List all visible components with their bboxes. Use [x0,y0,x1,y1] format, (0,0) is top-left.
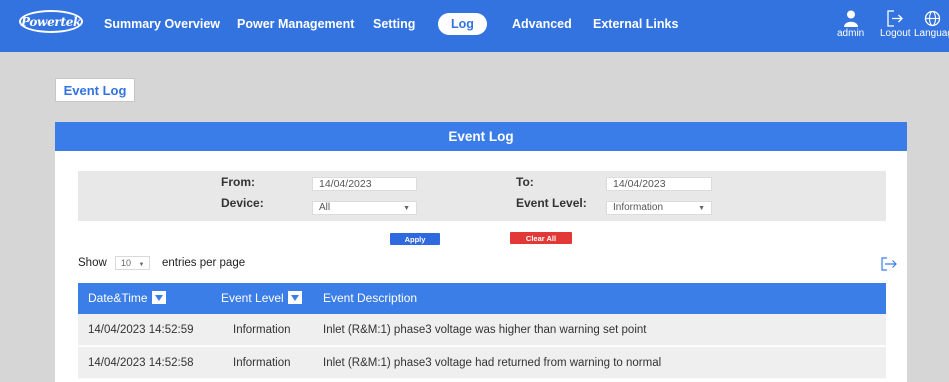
from-label: From: [221,175,255,189]
filter-box: From: 14/04/2023 To: 14/04/2023 Device: … [78,171,886,221]
column-datetime-label: Date&Time [88,291,148,305]
row-level: Information [233,357,291,369]
event-level-select[interactable]: Information ▼ [606,201,712,215]
column-event-level[interactable]: Event Level [221,283,302,314]
event-level-select-value: Information [613,202,664,213]
nav-log[interactable]: Log [438,13,487,35]
panel-title: Event Log [55,122,907,151]
user-menu[interactable]: admin [837,10,864,39]
top-nav-bar: Powertek Summary Overview Power Manageme… [0,0,949,52]
chevron-down-icon: ▼ [138,262,145,268]
sort-dropdown-icon[interactable] [151,291,166,305]
language-menu[interactable]: Language [914,10,949,39]
globe-icon [924,10,941,27]
to-label: To: [516,175,534,189]
user-icon [843,10,858,27]
row-level: Information [233,324,291,336]
to-date-input[interactable]: 14/04/2023 [606,177,712,191]
device-select[interactable]: All ▼ [312,201,417,215]
row-description: Inlet (R&M:1) phase3 voltage was higher … [323,324,647,336]
entries-per-page-label: entries per page [162,257,246,269]
apply-button[interactable]: Apply [390,233,440,245]
table-header: Date&Time Event Level Event Description [78,283,886,314]
table-row[interactable]: 14/04/2023 14:52:59 Information Inlet (R… [78,314,886,346]
nav-setting[interactable]: Setting [373,13,415,35]
event-log-tab[interactable]: Event Log [55,78,135,102]
from-date-input[interactable]: 14/04/2023 [312,177,417,191]
logout-icon [887,10,903,27]
language-label: Language [914,28,949,39]
row-datetime: 14/04/2023 14:52:59 [88,324,194,336]
device-select-value: All [319,202,331,213]
powertek-logo[interactable]: Powertek [19,10,83,33]
column-datetime[interactable]: Date&Time [88,283,166,314]
entries-per-page-select[interactable]: 10 ▼ [115,256,150,270]
device-label: Device: [221,196,264,210]
chevron-down-icon: ▼ [698,205,705,212]
chevron-down-icon: ▼ [403,205,410,212]
nav-power-management[interactable]: Power Management [237,13,354,35]
export-icon [881,257,897,271]
logout-label: Logout [880,28,911,39]
export-button[interactable] [881,257,898,276]
nav-summary-overview[interactable]: Summary Overview [104,13,220,35]
user-label: admin [837,28,865,39]
column-event-description: Event Description [323,291,418,305]
entries-select-value: 10 [121,258,132,268]
show-label: Show [78,257,107,269]
nav-advanced[interactable]: Advanced [512,13,572,35]
clear-all-button[interactable]: Clear All [510,232,572,244]
column-event-level-label: Event Level [221,291,284,305]
nav-external-links[interactable]: External Links [593,13,678,35]
event-level-label: Event Level: [516,196,587,210]
logout-button[interactable]: Logout [880,10,911,39]
row-description: Inlet (R&M:1) phase3 voltage had returne… [323,357,662,369]
row-datetime: 14/04/2023 14:52:58 [88,357,194,369]
table-row[interactable]: 14/04/2023 14:52:58 Information Inlet (R… [78,347,886,379]
sort-dropdown-icon[interactable] [287,291,302,305]
event-log-panel: Event Log From: 14/04/2023 To: 14/04/202… [55,122,907,382]
